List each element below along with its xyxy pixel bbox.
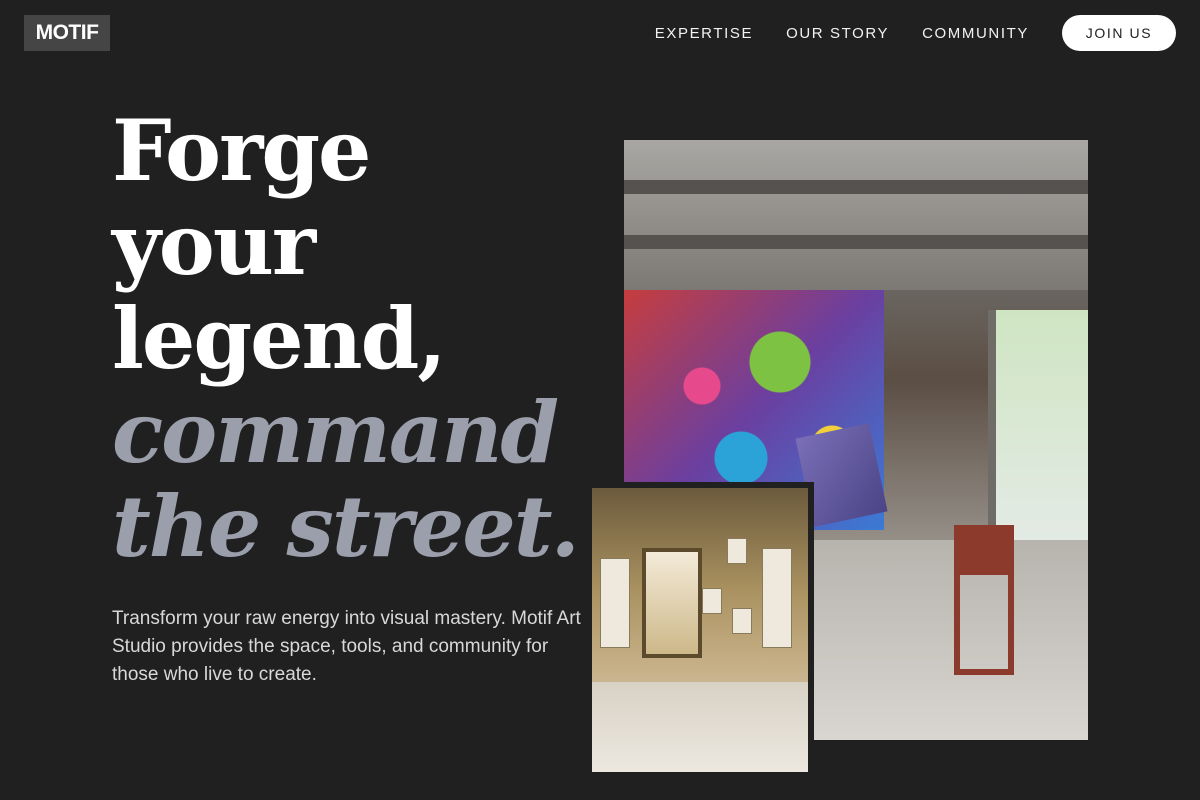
pinned-drawing (600, 558, 630, 648)
headline-line: legend, (112, 289, 447, 388)
photo-floor (592, 682, 808, 772)
pinned-drawing (732, 608, 752, 634)
pinned-drawing (762, 548, 792, 648)
logo[interactable]: MOTIF (24, 15, 110, 51)
photo-window (642, 548, 702, 658)
pinned-drawing (702, 588, 722, 614)
headline-line: your (112, 195, 316, 294)
photo-ceiling (624, 140, 1088, 290)
hero-description: Transform your raw energy into visual ma… (112, 608, 581, 685)
headline-accent-line: the street. (112, 477, 580, 576)
nav-expertise[interactable]: EXPERTISE (655, 25, 753, 42)
headline-accent-line: command (112, 383, 559, 482)
nav-community[interactable]: COMMUNITY (922, 25, 1029, 42)
headline-line: Forge (112, 101, 372, 200)
pinned-drawing (727, 538, 747, 564)
hero-headline: Forge your legend, command the street. (112, 104, 592, 574)
join-us-button[interactable]: JOIN US (1062, 15, 1176, 51)
studio-photo-small (586, 482, 814, 778)
photo-beam (624, 235, 1088, 249)
photo-beam (624, 180, 1088, 194)
nav-our-story[interactable]: OUR STORY (786, 25, 889, 42)
main-nav: EXPERTISE OUR STORY COMMUNITY JOIN US (655, 15, 1176, 51)
red-chair (954, 525, 1014, 675)
